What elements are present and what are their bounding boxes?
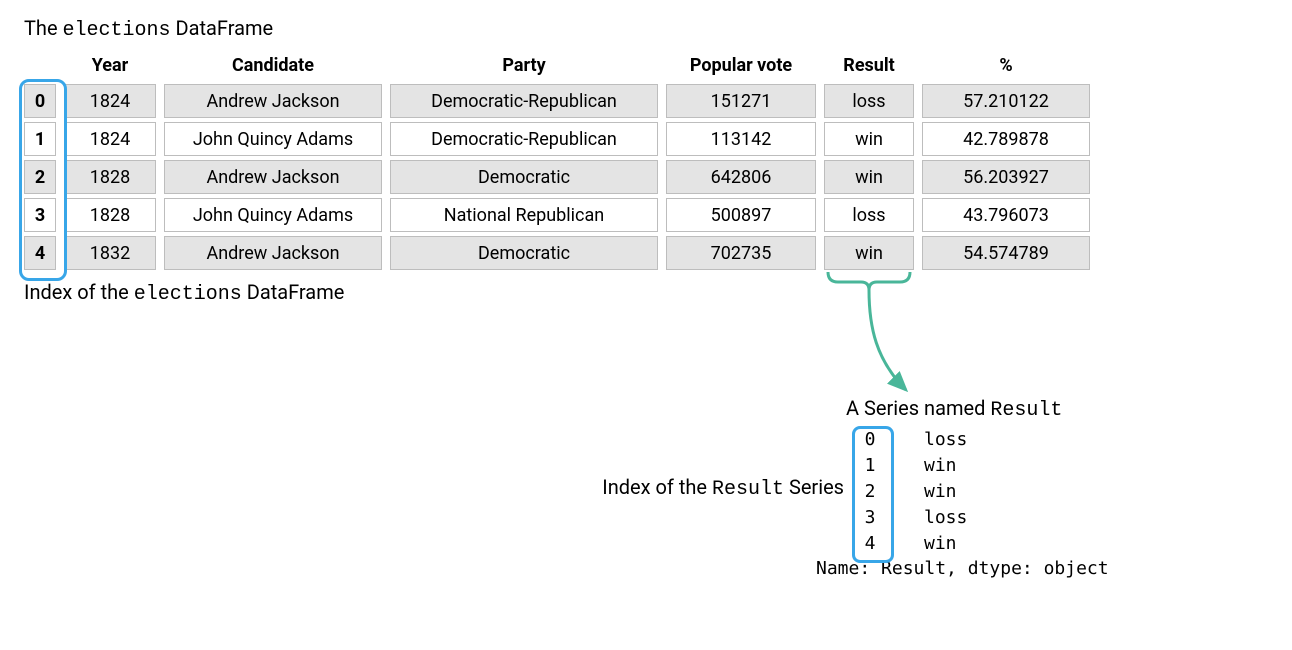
cell-vote: 113142	[666, 122, 816, 156]
index-caption-prefix: Index of the	[24, 280, 134, 304]
cell-vote: 151271	[666, 84, 816, 118]
series-index-cell: 3	[856, 507, 884, 528]
dataframe-table: Year Candidate Party Popular vote Result…	[24, 50, 1268, 270]
header-index-blank	[24, 50, 56, 80]
cell-result: win	[824, 160, 914, 194]
col-result: Result	[824, 50, 914, 80]
cell-percent: 43.796073	[922, 198, 1090, 232]
index-cell: 0	[24, 84, 56, 118]
col-candidate: Candidate	[164, 50, 382, 80]
cell-year: 1824	[64, 122, 156, 156]
series-value-cell: win	[884, 455, 1034, 476]
cell-party: Democratic	[390, 160, 658, 194]
cell-year: 1828	[64, 160, 156, 194]
series-value-cell: win	[884, 533, 1034, 554]
table-row: 11824John Quincy AdamsDemocratic-Republi…	[24, 122, 1268, 156]
table-row: 01824Andrew JacksonDemocratic-Republican…	[24, 84, 1268, 118]
series-index-label-code: Result	[712, 478, 784, 501]
series-row: 4win	[856, 530, 1109, 556]
dataframe-title: The elections DataFrame	[24, 16, 1268, 42]
series-repr-footer: Name: Result, dtype: object	[816, 558, 1109, 579]
cell-result: win	[824, 236, 914, 270]
title-suffix: DataFrame	[171, 16, 274, 40]
series-block: Index of the Result Series A Series name…	[584, 396, 1268, 579]
series-index-cell: 1	[856, 455, 884, 476]
cell-vote: 702735	[666, 236, 816, 270]
cell-percent: 54.574789	[922, 236, 1090, 270]
index-cell: 4	[24, 236, 56, 270]
cell-party: Democratic-Republican	[390, 84, 658, 118]
header-row: Year Candidate Party Popular vote Result…	[24, 50, 1268, 80]
cell-percent: 56.203927	[922, 160, 1090, 194]
index-cell: 2	[24, 160, 56, 194]
table-row: 41832Andrew JacksonDemocratic702735win54…	[24, 236, 1268, 270]
cell-year: 1828	[64, 198, 156, 232]
series-value-cell: loss	[884, 507, 1034, 528]
table-row: 21828Andrew JacksonDemocratic642806win56…	[24, 160, 1268, 194]
col-year: Year	[64, 50, 156, 80]
series-title-prefix: A Series named	[846, 396, 990, 420]
cell-party: National Republican	[390, 198, 658, 232]
series-index-label-prefix: Index of the	[602, 475, 712, 499]
series-row: 2win	[856, 478, 1109, 504]
series-index-label-suffix: Series	[784, 475, 844, 499]
cell-year: 1832	[64, 236, 156, 270]
series-index-cell: 0	[856, 429, 884, 450]
series-index-cell: 4	[856, 533, 884, 554]
table-row: 31828John Quincy AdamsNational Republica…	[24, 198, 1268, 232]
diagram-stage: The elections DataFrame Year Candidate P…	[24, 16, 1268, 579]
cell-candidate: Andrew Jackson	[164, 84, 382, 118]
cell-percent: 42.789878	[922, 122, 1090, 156]
series-row: 3loss	[856, 504, 1109, 530]
cell-result: loss	[824, 84, 914, 118]
series-row: 1win	[856, 452, 1109, 478]
index-cell: 1	[24, 122, 56, 156]
series-box: A Series named Result 0loss1win2win3loss…	[856, 396, 1109, 579]
index-caption: Index of the elections DataFrame	[24, 280, 1268, 306]
index-caption-suffix: DataFrame	[242, 280, 345, 304]
cell-vote: 500897	[666, 198, 816, 232]
index-cell: 3	[24, 198, 56, 232]
cell-candidate: Andrew Jackson	[164, 160, 382, 194]
cell-vote: 642806	[666, 160, 816, 194]
cell-party: Democratic	[390, 236, 658, 270]
col-percent: %	[922, 50, 1090, 80]
cell-candidate: John Quincy Adams	[164, 198, 382, 232]
col-popular-vote: Popular vote	[666, 50, 816, 80]
cell-year: 1824	[64, 84, 156, 118]
series-value-cell: loss	[884, 429, 1034, 450]
series-index-cell: 2	[856, 481, 884, 502]
cell-result: win	[824, 122, 914, 156]
cell-candidate: John Quincy Adams	[164, 122, 382, 156]
title-prefix: The	[24, 16, 63, 40]
cell-party: Democratic-Republican	[390, 122, 658, 156]
index-caption-code: elections	[134, 283, 242, 306]
series-title: A Series named Result	[846, 396, 1109, 422]
series-row: 0loss	[856, 426, 1109, 452]
cell-candidate: Andrew Jackson	[164, 236, 382, 270]
title-code: elections	[63, 19, 171, 42]
series-value-cell: win	[884, 481, 1034, 502]
series-title-code: Result	[990, 399, 1062, 422]
cell-result: loss	[824, 198, 914, 232]
col-party: Party	[390, 50, 658, 80]
series-index-label: Index of the Result Series	[584, 475, 856, 501]
cell-percent: 57.210122	[922, 84, 1090, 118]
